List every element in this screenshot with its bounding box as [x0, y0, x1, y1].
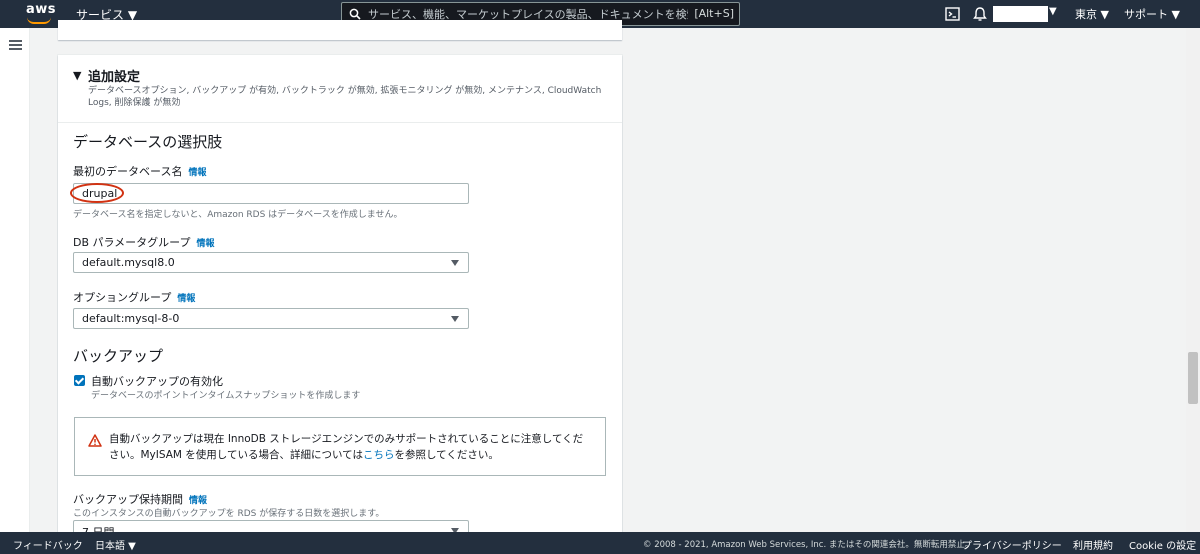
auto-backup-help: データベースのポイントインタイムスナップショットを作成します — [91, 391, 361, 401]
panel-description: データベースオプション, バックアップ が有効, バックトラック が無効, 拡張… — [88, 86, 602, 108]
initial-db-name-label: 最初のデータベース名 情報 — [73, 163, 206, 179]
account-name-redacted[interactable] — [993, 6, 1048, 22]
alert-text-after: を参照してください。 — [394, 449, 499, 461]
warning-triangle-icon — [88, 434, 102, 447]
retention-label: バックアップ保持期間 情報 — [73, 491, 207, 507]
initial-db-name-help: データベース名を指定しないと、Amazon RDS はデータベースを作成しません… — [73, 210, 403, 220]
footer-bar: フィードバック 日本語 ▼ © 2008 - 2021, Amazon Web … — [0, 532, 1200, 554]
panel-header[interactable]: ▼ 追加設定 データベースオプション, バックアップ が有効, バックトラック … — [58, 55, 622, 123]
cookie-settings-link[interactable]: Cookie の設定 — [1129, 537, 1196, 552]
previous-panel — [58, 20, 622, 40]
aws-logo[interactable]: aws — [26, 2, 57, 25]
language-menu[interactable]: 日本語 ▼ — [95, 537, 136, 552]
option-group-label-text: オプショングループ — [73, 291, 172, 304]
expand-caret-icon[interactable]: ▼ — [73, 69, 81, 82]
aws-logo-smile — [27, 17, 51, 24]
alert-text-before: 自動バックアップは現在 InnoDB ストレージエンジンでのみサポートされている… — [109, 433, 584, 461]
option-group-select[interactable]: default:mysql-8-0 — [73, 308, 469, 329]
hamburger-menu-icon[interactable] — [9, 40, 22, 50]
alert-here-link[interactable]: こちら — [363, 449, 395, 461]
account-menu-caret[interactable]: ▼ — [1049, 6, 1057, 17]
notifications-bell-icon[interactable] — [971, 5, 989, 23]
privacy-policy-link[interactable]: プライバシーポリシー — [962, 537, 1062, 552]
highlight-ring-annotation — [70, 183, 124, 203]
info-link[interactable]: 情報 — [189, 496, 207, 506]
param-group-label-text: DB パラメータグループ — [73, 236, 191, 249]
param-group-select[interactable]: default.mysql8.0 — [73, 252, 469, 273]
warning-alert: 自動バックアップは現在 InnoDB ストレージエンジンでのみサポートされている… — [74, 417, 606, 476]
dropdown-caret-icon — [451, 260, 459, 266]
panel-title[interactable]: 追加設定 — [88, 66, 140, 85]
search-shortcut: [Alt+S] — [694, 7, 734, 20]
cloudshell-icon[interactable] — [944, 5, 962, 23]
side-navigation-rail — [0, 28, 30, 532]
copyright-text: © 2008 - 2021, Amazon Web Services, Inc.… — [643, 540, 974, 550]
support-menu[interactable]: サポート ▼ — [1124, 6, 1180, 22]
page-scrollbar[interactable] — [1186, 28, 1200, 532]
option-group-label: オプショングループ 情報 — [73, 289, 195, 305]
option-group-value: default:mysql-8-0 — [82, 312, 180, 325]
terms-link[interactable]: 利用規約 — [1073, 537, 1113, 552]
search-icon — [349, 8, 361, 20]
info-link[interactable]: 情報 — [188, 168, 206, 178]
dropdown-caret-icon — [451, 316, 459, 322]
alert-message: 自動バックアップは現在 InnoDB ストレージエンジンでのみサポートされている… — [109, 431, 593, 463]
scrollbar-thumb[interactable] — [1188, 352, 1198, 404]
retention-label-text: バックアップ保持期間 — [73, 493, 183, 506]
param-group-label: DB パラメータグループ 情報 — [73, 234, 215, 250]
info-link[interactable]: 情報 — [197, 239, 215, 249]
db-options-heading: データベースの選択肢 — [73, 133, 223, 151]
aws-logo-text: aws — [26, 2, 57, 17]
retention-help: このインスタンスの自動バックアップを RDS が保存する日数を選択します。 — [73, 509, 385, 519]
region-menu[interactable]: 東京 ▼ — [1075, 6, 1109, 22]
info-link[interactable]: 情報 — [177, 294, 195, 304]
initial-db-name-input[interactable] — [73, 183, 469, 204]
param-group-value: default.mysql8.0 — [82, 256, 175, 269]
auto-backup-checkbox[interactable] — [74, 375, 85, 386]
backup-heading: バックアップ — [73, 347, 164, 365]
auto-backup-label[interactable]: 自動バックアップの有効化 — [91, 373, 223, 389]
feedback-link[interactable]: フィードバック — [13, 537, 83, 552]
initial-db-name-label-text: 最初のデータベース名 — [73, 165, 183, 178]
